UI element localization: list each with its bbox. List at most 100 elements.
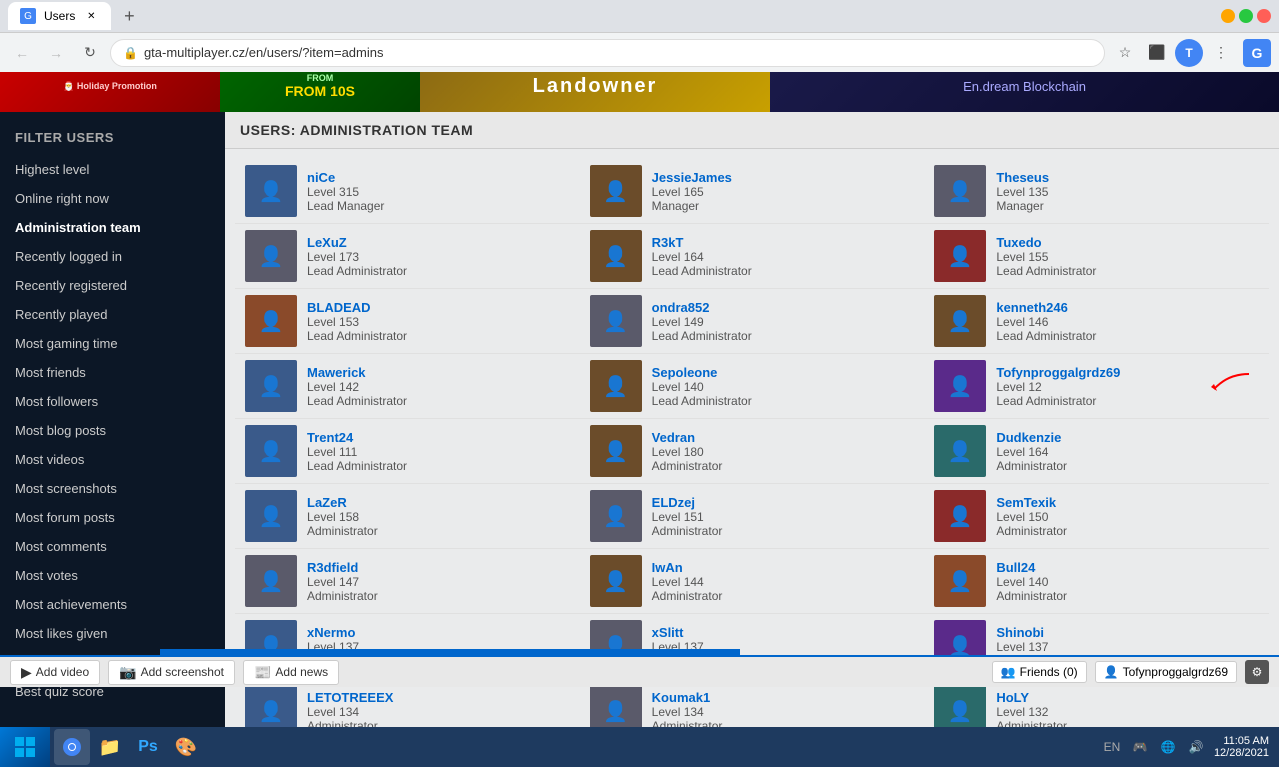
sidebar-item-most-screenshots[interactable]: Most screenshots [0, 474, 225, 503]
sidebar-item-most-votes[interactable]: Most votes [0, 561, 225, 590]
bookmark-button[interactable]: ☆ [1111, 39, 1139, 67]
taskbar-app-photoshop[interactable]: Ps [130, 729, 166, 765]
sidebar-item-recently-registered[interactable]: Recently registered [0, 271, 225, 300]
sidebar-item-most-comments[interactable]: Most comments [0, 532, 225, 561]
user-name[interactable]: Bull24 [996, 560, 1067, 575]
close-window-button[interactable] [1257, 9, 1271, 23]
sidebar-item-recently-logged-in[interactable]: Recently logged in [0, 242, 225, 271]
friends-button[interactable]: 👥 Friends (0) [992, 661, 1087, 683]
user-name[interactable]: xNermo [307, 625, 378, 640]
user-name[interactable]: kenneth246 [996, 300, 1096, 315]
list-item[interactable]: 👤 Dudkenzie Level 164 Administrator [924, 419, 1269, 484]
user-name[interactable]: Sepoleone [652, 365, 752, 380]
user-role: Administrator [652, 719, 723, 728]
list-item[interactable]: 👤 BLADEAD Level 153 Lead Administrator [235, 289, 580, 354]
menu-button[interactable]: ⋮ [1207, 39, 1235, 67]
start-button[interactable] [0, 727, 50, 767]
user-name[interactable]: ondra852 [652, 300, 752, 315]
user-name[interactable]: JessieJames [652, 170, 732, 185]
list-item[interactable]: 👤 Sepoleone Level 140 Lead Administrator [580, 354, 925, 419]
user-name[interactable]: LeXuZ [307, 235, 407, 250]
list-item[interactable]: 👤 R3dfield Level 147 Administrator [235, 549, 580, 614]
sidebar-item-most-achievements[interactable]: Most achievements [0, 590, 225, 619]
profile-button[interactable]: T [1175, 39, 1203, 67]
add-screenshot-button[interactable]: 📷 Add screenshot [108, 660, 235, 685]
list-item[interactable]: 👤 Tuxedo Level 155 Lead Administrator [924, 224, 1269, 289]
list-item[interactable]: 👤 LaZeR Level 158 Administrator [235, 484, 580, 549]
user-level: Level 147 [307, 575, 378, 589]
list-item[interactable]: 👤 SemTexik Level 150 Administrator [924, 484, 1269, 549]
user-name[interactable]: Mawerick [307, 365, 407, 380]
user-name[interactable]: BLADEAD [307, 300, 407, 315]
user-level: Level 180 [652, 445, 723, 459]
user-name[interactable]: ELDzej [652, 495, 723, 510]
user-name[interactable]: niCe [307, 170, 384, 185]
taskbar-app-paint[interactable]: 🎨 [168, 729, 204, 765]
user-name[interactable]: Koumak1 [652, 690, 723, 705]
sidebar-item-administration-team[interactable]: Administration team [0, 213, 225, 242]
user-name[interactable]: Vedran [652, 430, 723, 445]
sidebar-item-online-right-now[interactable]: Online right now [0, 184, 225, 213]
user-info: Tuxedo Level 155 Lead Administrator [996, 235, 1096, 278]
list-item[interactable]: 👤 JessieJames Level 165 Manager [580, 159, 925, 224]
list-item[interactable]: 👤 Tofynproggalgrdz69 Level 12 Lead Admin… [924, 354, 1269, 419]
add-news-button[interactable]: 📰 Add news [243, 660, 339, 685]
user-name[interactable]: LETOTREEEX [307, 690, 393, 705]
list-item[interactable]: 👤 LeXuZ Level 173 Lead Administrator [235, 224, 580, 289]
back-button[interactable]: ← [8, 39, 36, 67]
list-item[interactable]: 👤 Vedran Level 180 Administrator [580, 419, 925, 484]
maximize-button[interactable] [1239, 9, 1253, 23]
taskbar-app-files[interactable]: 📁 [92, 729, 128, 765]
sidebar-item-recently-played[interactable]: Recently played [0, 300, 225, 329]
reload-button[interactable]: ↻ [76, 39, 104, 67]
sidebar-item-most-blog-posts[interactable]: Most blog posts [0, 416, 225, 445]
list-item[interactable]: 👤 niCe Level 315 Lead Manager [235, 159, 580, 224]
sidebar-item-highest-level[interactable]: Highest level [0, 155, 225, 184]
list-item[interactable]: 👤 kenneth246 Level 146 Lead Administrato… [924, 289, 1269, 354]
sidebar-item-most-videos[interactable]: Most videos [0, 445, 225, 474]
user-name[interactable]: HoLY [996, 690, 1067, 705]
list-item[interactable]: 👤 Trent24 Level 111 Lead Administrator [235, 419, 580, 484]
list-item[interactable]: 👤 Mawerick Level 142 Lead Administrator [235, 354, 580, 419]
settings-button[interactable]: ⚙ [1245, 660, 1269, 684]
new-tab-button[interactable]: + [115, 2, 143, 30]
user-name[interactable]: Shinobi [996, 625, 1067, 640]
list-item[interactable]: 👤 ELDzej Level 151 Administrator [580, 484, 925, 549]
user-name[interactable]: Theseus [996, 170, 1049, 185]
forward-button[interactable]: → [42, 39, 70, 67]
list-item[interactable]: 👤 Bull24 Level 140 Administrator [924, 549, 1269, 614]
list-item[interactable]: 👤 R3kT Level 164 Lead Administrator [580, 224, 925, 289]
add-video-button[interactable]: ▶ Add video [10, 660, 100, 685]
user-name[interactable]: xSlitt [652, 625, 723, 640]
tab-close-button[interactable]: ✕ [83, 8, 99, 24]
list-item[interactable]: 👤 ondra852 Level 149 Lead Administrator [580, 289, 925, 354]
list-item[interactable]: 👤 IwAn Level 144 Administrator [580, 549, 925, 614]
current-user-badge[interactable]: 👤 Tofynproggalgrdz69 [1095, 661, 1237, 683]
browser-tab[interactable]: G Users ✕ [8, 2, 111, 30]
avatar: 👤 [590, 360, 642, 412]
sidebar-item-most-gaming-time[interactable]: Most gaming time [0, 329, 225, 358]
user-level: Level 149 [652, 315, 752, 329]
user-name[interactable]: R3dfield [307, 560, 378, 575]
user-name[interactable]: Tofynproggalgrdz69 [996, 365, 1120, 380]
address-bar[interactable]: 🔒 gta-multiplayer.cz/en/users/?item=admi… [110, 39, 1105, 67]
sidebar-item-most-likes-given[interactable]: Most likes given [0, 619, 225, 648]
sidebar-item-most-followers[interactable]: Most followers [0, 387, 225, 416]
user-name[interactable]: IwAn [652, 560, 723, 575]
user-name[interactable]: Tuxedo [996, 235, 1096, 250]
user-role: Lead Administrator [307, 264, 407, 278]
taskbar-app-chrome[interactable] [54, 729, 90, 765]
list-item[interactable]: 👤 Theseus Level 135 Manager [924, 159, 1269, 224]
extensions-button[interactable]: ⬛ [1143, 39, 1171, 67]
taskbar-right: EN 🎮 🌐 🔊 11:05 AM 12/28/2021 [1102, 735, 1279, 759]
user-name[interactable]: Trent24 [307, 430, 407, 445]
user-name[interactable]: Dudkenzie [996, 430, 1067, 445]
user-name[interactable]: R3kT [652, 235, 752, 250]
minimize-button[interactable] [1221, 9, 1235, 23]
sidebar-item-most-friends[interactable]: Most friends [0, 358, 225, 387]
sidebar-item-most-forum-posts[interactable]: Most forum posts [0, 503, 225, 532]
user-name[interactable]: LaZeR [307, 495, 378, 510]
user-name[interactable]: SemTexik [996, 495, 1067, 510]
horizontal-scrollbar[interactable] [160, 649, 740, 655]
user-level: Level 140 [652, 380, 752, 394]
